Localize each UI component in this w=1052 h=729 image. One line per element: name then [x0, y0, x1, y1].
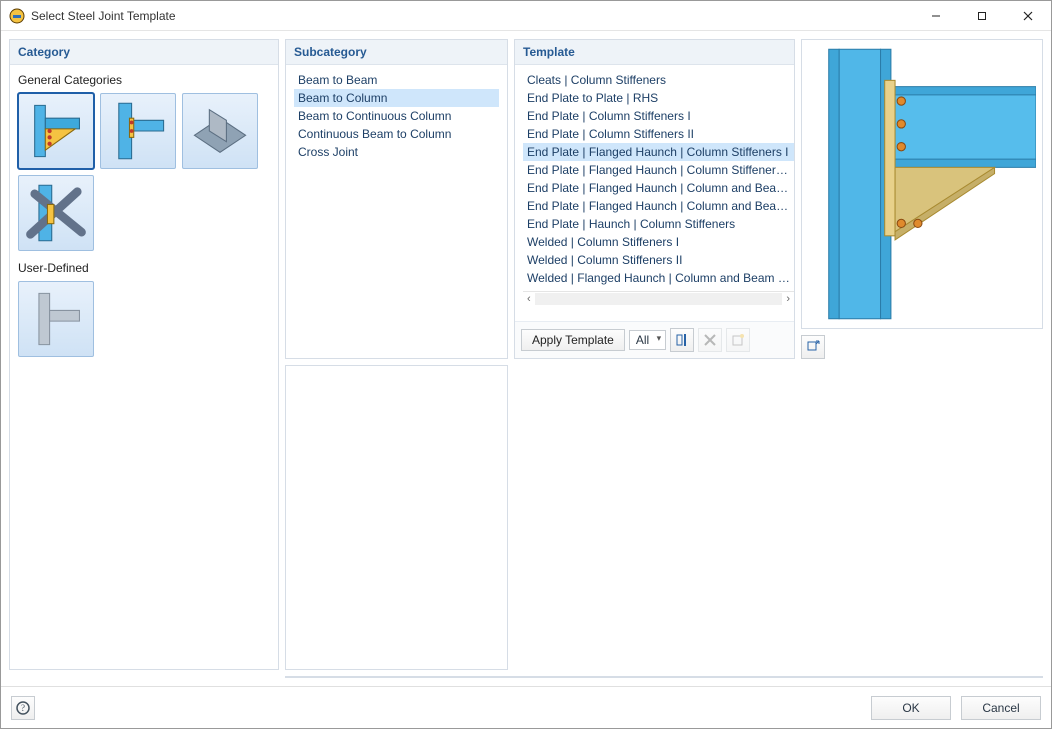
template-item[interactable]: End Plate | Flanged Haunch | Column and …	[523, 197, 794, 215]
template-list-wrap: Cleats | Column Stiffeners End Plate to …	[515, 65, 794, 321]
minimize-button[interactable]	[913, 1, 959, 31]
info-panel	[285, 365, 508, 670]
preview-panel: Y X Z	[285, 676, 1043, 678]
app-icon	[9, 8, 25, 24]
svg-text:?: ?	[21, 703, 25, 713]
scroll-left-icon[interactable]: ‹	[527, 293, 531, 305]
dialog-window: Select Steel Joint Template Category Gen…	[0, 0, 1052, 729]
template-list: Cleats | Column Stiffeners End Plate to …	[523, 71, 794, 287]
template-horizontal-scroll[interactable]: ‹ ›	[523, 291, 794, 305]
scroll-right-icon[interactable]: ›	[786, 293, 790, 305]
template-action-bar: Apply Template All	[515, 321, 794, 358]
template-item[interactable]: Welded | Column Stiffeners II	[523, 251, 794, 269]
template-item[interactable]: End Plate | Haunch | Column Stiffeners	[523, 215, 794, 233]
template-item[interactable]: End Plate | Flanged Haunch | Column Stif…	[523, 143, 794, 161]
main-content: Category General Categories	[1, 31, 1051, 686]
template-item[interactable]: End Plate | Flanged Haunch | Column and …	[523, 179, 794, 197]
category-header: Category	[10, 40, 278, 65]
dialog-footer: ? OK Cancel	[1, 686, 1051, 728]
ok-button[interactable]: OK	[871, 696, 951, 720]
new-template-icon[interactable]	[726, 328, 750, 352]
user-defined-label: User-Defined	[18, 261, 270, 275]
category-body: General Categories	[10, 65, 278, 669]
category-thumb-3[interactable]	[182, 93, 258, 169]
titlebar: Select Steel Joint Template	[1, 1, 1051, 31]
subcategory-body: Beam to Beam Beam to Column Beam to Cont…	[286, 65, 507, 358]
template-item[interactable]: Cleats | Column Stiffeners	[523, 71, 794, 89]
user-defined-grid	[18, 281, 270, 357]
close-button[interactable]	[1005, 1, 1051, 31]
scroll-track[interactable]	[535, 293, 783, 305]
subcategory-item[interactable]: Continuous Beam to Column	[294, 125, 499, 143]
user-category-thumb-1[interactable]	[18, 281, 94, 357]
thumbnail-expand-icon[interactable]	[801, 335, 825, 359]
general-categories-label: General Categories	[18, 73, 270, 87]
axis-x-label: X	[298, 676, 305, 678]
template-thumbnail	[801, 39, 1043, 329]
category-thumb-4[interactable]	[18, 175, 94, 251]
subcategory-item[interactable]: Beam to Beam	[294, 71, 499, 89]
template-item[interactable]: Welded | Column Stiffeners I	[523, 233, 794, 251]
cancel-button[interactable]: Cancel	[961, 696, 1041, 720]
subcategory-item[interactable]: Beam to Column	[294, 89, 499, 107]
template-filter-select[interactable]: All	[629, 330, 666, 350]
template-area: Template Cleats | Column Stiffeners End …	[514, 39, 1043, 359]
category-panel: Category General Categories	[9, 39, 279, 670]
category-thumb-2[interactable]	[100, 93, 176, 169]
template-item[interactable]: End Plate | Column Stiffeners I	[523, 107, 794, 125]
subcategory-header: Subcategory	[286, 40, 507, 65]
rename-icon[interactable]	[670, 328, 694, 352]
delete-icon[interactable]	[698, 328, 722, 352]
subcategory-item[interactable]: Beam to Continuous Column	[294, 107, 499, 125]
subcategory-panel: Subcategory Beam to Beam Beam to Column …	[285, 39, 508, 359]
apply-template-button[interactable]: Apply Template	[521, 329, 625, 351]
general-categories-grid	[18, 93, 270, 251]
help-button[interactable]: ?	[11, 696, 35, 720]
subcategory-list: Beam to Beam Beam to Column Beam to Cont…	[294, 71, 499, 161]
template-header: Template	[515, 40, 794, 65]
template-item[interactable]: End Plate | Column Stiffeners II	[523, 125, 794, 143]
template-item[interactable]: Welded | Flanged Haunch | Column and Bea…	[523, 269, 794, 287]
category-thumb-1[interactable]	[18, 93, 94, 169]
window-title: Select Steel Joint Template	[31, 9, 913, 23]
template-item[interactable]: End Plate to Plate | RHS	[523, 89, 794, 107]
template-item[interactable]: End Plate | Flanged Haunch | Column Stif…	[523, 161, 794, 179]
template-panel: Template Cleats | Column Stiffeners End …	[514, 39, 795, 359]
maximize-button[interactable]	[959, 1, 1005, 31]
subcategory-item[interactable]: Cross Joint	[294, 143, 499, 161]
